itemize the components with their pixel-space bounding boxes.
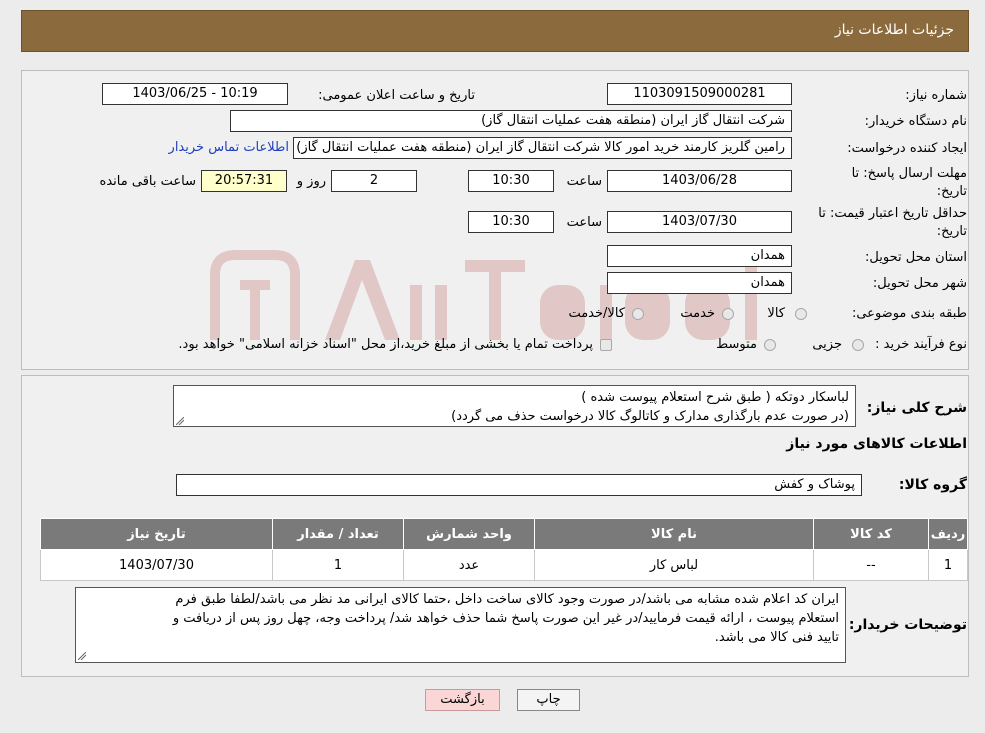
deadline-label-date: تاریخ: <box>936 184 967 199</box>
process-option-medium: متوسط <box>716 337 757 352</box>
buyer-notes-textarea[interactable]: ایران کد اعلام شده مشابه می باشد/در صورت… <box>75 587 846 663</box>
buyer-notes-line-3: تایید فنی کالا می باشد. <box>714 630 839 645</box>
goods-group-field: پوشاک و کفش <box>176 474 862 496</box>
buyer-notes-line-1: ایران کد اعلام شده مشابه می باشد/در صورت… <box>175 592 839 607</box>
creator-label: ایجاد کننده درخواست: <box>847 141 967 156</box>
category-option-service: خدمت <box>680 306 715 321</box>
category-radio-service[interactable] <box>722 308 734 320</box>
deadline-label: مهلت ارسال پاسخ: تا <box>851 166 967 181</box>
city-label: شهر محل تحویل: <box>872 276 967 291</box>
cell-goods-code: -- <box>813 549 929 581</box>
process-option-small: جزیی <box>812 337 842 352</box>
announce-label: تاریخ و ساعت اعلان عمومی: <box>318 88 475 103</box>
print-button[interactable]: چاپ <box>517 689 580 711</box>
cell-goods-name: لباس کار <box>534 549 814 581</box>
resize-grip-icon[interactable] <box>176 417 184 425</box>
deadline-date-field: 1403/06/28 <box>607 170 792 192</box>
description-textarea[interactable]: لباسکار دوتکه ( طبق شرح استعلام پیوست شد… <box>173 385 856 427</box>
payment-note: پرداخت تمام یا بخشی از مبلغ خرید،از محل … <box>178 337 593 352</box>
cell-unit: عدد <box>403 549 535 581</box>
validity-time-label: ساعت <box>566 215 602 230</box>
back-button[interactable]: بازگشت <box>425 689 500 711</box>
validity-time-field: 10:30 <box>468 211 554 233</box>
process-label: نوع فرآیند خرید : <box>875 337 967 352</box>
col-quantity: تعداد / مقدار <box>272 518 404 550</box>
buyer-notes-label: توضیحات خریدار: <box>848 617 967 633</box>
col-goods-code: کد کالا <box>813 518 929 550</box>
goods-table: ردیف کد کالا نام کالا واحد شمارش تعداد /… <box>40 518 968 581</box>
remaining-label: ساعت باقی مانده <box>99 174 196 189</box>
page-header: جزئیات اطلاعات نیاز <box>21 10 969 52</box>
days-count-field: 2 <box>331 170 417 192</box>
creator-field: رامین گلریز کارمند خرید امور کالا شرکت ا… <box>293 137 792 159</box>
col-unit: واحد شمارش <box>403 518 535 550</box>
goods-group-label: گروه کالا: <box>898 477 967 493</box>
cell-row-number: 1 <box>928 549 968 581</box>
description-line-1: لباسکار دوتکه ( طبق شرح استعلام پیوست شد… <box>581 390 849 405</box>
table-header-row: ردیف کد کالا نام کالا واحد شمارش تعداد /… <box>40 518 968 550</box>
process-radio-medium[interactable] <box>764 339 776 351</box>
validity-label-date: تاریخ: <box>936 224 967 239</box>
description-label: شرح کلی نیاز: <box>866 400 967 416</box>
col-need-date: تاریخ نیاز <box>40 518 273 550</box>
category-radio-goods-service[interactable] <box>632 308 644 320</box>
deadline-time-field: 10:30 <box>468 170 554 192</box>
category-option-goods-service: کالا/خدمت <box>568 306 625 321</box>
buyer-org-field: شرکت انتقال گاز ایران (منطقه هفت عملیات … <box>230 110 792 132</box>
buyer-notes-line-2: استعلام پیوست ، ارائه قیمت فرمایید/در غی… <box>172 611 839 626</box>
cell-need-date: 1403/07/30 <box>40 549 273 581</box>
province-label: استان محل تحویل: <box>865 250 967 265</box>
description-line-2: (در صورت عدم بارگذاری مدارک و کاتالوگ کا… <box>451 409 849 424</box>
announce-datetime-field: 1403/06/25 - 10:19 <box>102 83 288 105</box>
table-row: 1 -- لباس کار عدد 1 1403/07/30 <box>40 549 968 581</box>
need-number-label: شماره نیاز: <box>905 88 967 103</box>
validity-date-field: 1403/07/30 <box>607 211 792 233</box>
days-label: روز و <box>296 174 326 189</box>
need-number-field: 1103091509000281 <box>607 83 792 105</box>
buyer-org-label: نام دستگاه خریدار: <box>864 114 967 129</box>
col-goods-name: نام کالا <box>534 518 814 550</box>
treasury-checkbox[interactable] <box>600 339 612 351</box>
goods-section-title: اطلاعات کالاهای مورد نیاز <box>786 436 967 452</box>
category-label: طبقه بندی موضوعی: <box>851 306 967 321</box>
process-radio-small[interactable] <box>852 339 864 351</box>
validity-label: حداقل تاریخ اعتبار قیمت: تا <box>818 206 967 221</box>
cell-quantity: 1 <box>272 549 404 581</box>
province-field: همدان <box>607 245 792 267</box>
col-row-number: ردیف <box>928 518 968 550</box>
buyer-contact-link[interactable]: اطلاعات تماس خریدار <box>157 140 289 155</box>
resize-grip-icon[interactable] <box>78 652 86 660</box>
category-option-goods: کالا <box>767 306 785 321</box>
page-title: جزئیات اطلاعات نیاز <box>834 22 954 38</box>
category-radio-goods[interactable] <box>795 308 807 320</box>
deadline-time-label: ساعت <box>566 174 602 189</box>
remaining-time-field: 20:57:31 <box>201 170 287 192</box>
city-field: همدان <box>607 272 792 294</box>
